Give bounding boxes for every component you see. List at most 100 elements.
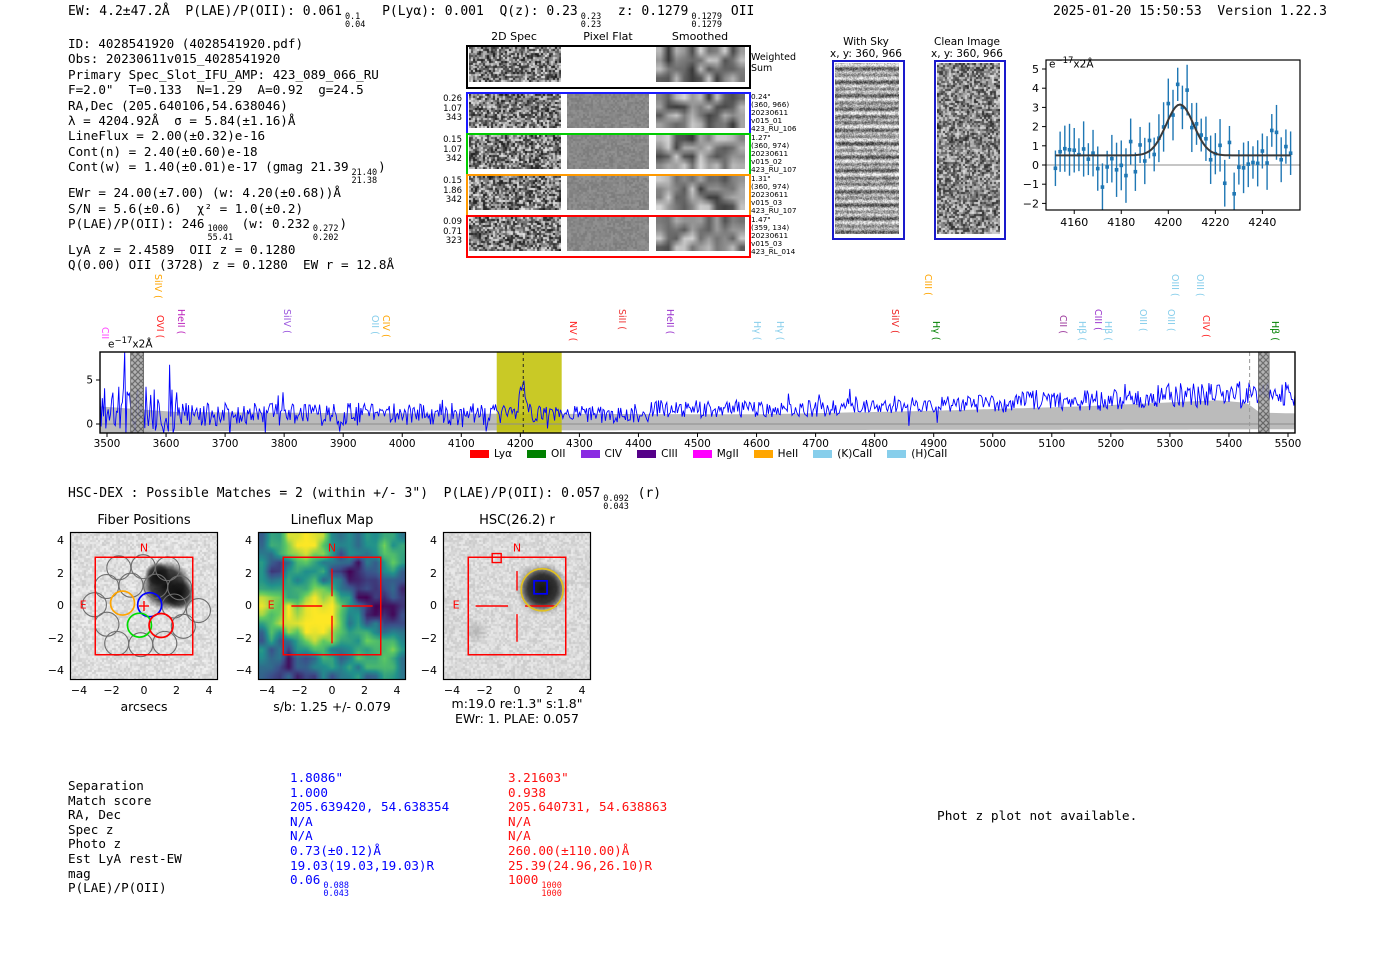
legend-label-7: (H)CaII xyxy=(911,448,948,460)
x-tick-label: 4180 xyxy=(1107,216,1135,229)
info-line-5: λ = 4204.92Å σ = 5.84(±1.16)Å xyxy=(68,113,394,128)
x-tick-label: 4240 xyxy=(1248,216,1276,229)
x-tick-label: 5000 xyxy=(979,438,1006,450)
text-segment: z: 0.1279 xyxy=(602,4,689,19)
fiber-ytick-4: 4 xyxy=(57,534,64,547)
fiber-circle-green xyxy=(126,612,153,639)
match-row-label-0: Separation xyxy=(68,778,144,793)
text-segment: ) xyxy=(339,215,348,231)
lineflux-xtick-0: −4 xyxy=(258,684,276,697)
match-value-1-1: 0.938 xyxy=(508,785,667,801)
emission-line-label-20: OIII ( xyxy=(1165,309,1177,332)
fiber-circle-gray-2 xyxy=(155,556,181,582)
match-value-1-5: 260.00(±110.00)Å xyxy=(508,843,667,859)
text-segment: 205.640731, 54.638863 xyxy=(508,799,668,815)
y-tick-label: −1 xyxy=(1023,178,1039,191)
spectrum-legend: Lyα OII CIV CIII MgII HeII (K)CaII (H)CaII xyxy=(470,448,947,460)
sup-sub-uncertainty: 1000 1000 xyxy=(541,881,562,899)
text-segment: (r) xyxy=(629,486,662,501)
data-point xyxy=(1175,82,1180,87)
fiber-xtick-1: −2 xyxy=(103,684,120,697)
legend-swatch-7 xyxy=(887,450,907,458)
match-value-0-2: 205.639420, 54.638354 xyxy=(290,799,449,815)
lower-value: 55.41 xyxy=(207,232,234,243)
text-segment: 1.000 xyxy=(290,784,328,800)
text-segment: Cont(n) = 2.40(±0.60)e-18 xyxy=(68,143,258,159)
match-table-labels: Separation Match score RA, Dec Spec z Photo … xyxy=(68,778,182,896)
match-row-label-4: Photo z xyxy=(68,836,122,852)
legend-item-4: MgII xyxy=(692,448,739,460)
data-point xyxy=(1110,156,1114,161)
errorbar-points xyxy=(1053,64,1293,210)
hsc-dex-header: HSC-DEX : Possible Matches = 2 (within +… xyxy=(68,486,661,511)
data-point xyxy=(1124,173,1128,178)
legend-label-2: CIV xyxy=(604,448,623,460)
lineflux-ytick-0: −4 xyxy=(235,664,252,677)
summary-header: EW: 4.2±47.2Å P(LAE)/P(OII): 0.061 0.1 0.0… xyxy=(68,4,754,29)
fiber-circle-orange xyxy=(109,590,136,616)
lineflux-ytick-2: 0 xyxy=(245,599,252,612)
left-label: 323 xyxy=(445,236,462,246)
legend-item-0: Lyα xyxy=(470,448,512,460)
hsc-ytick-2: 0 xyxy=(430,599,437,612)
lineflux-xlabel: s/b: 1.25 +/- 0.079 xyxy=(273,699,391,714)
twod-col-header-1: Pixel Flat xyxy=(583,30,633,43)
data-point xyxy=(1128,139,1133,144)
data-point xyxy=(1081,147,1086,151)
x-tick-label: 3700 xyxy=(212,438,239,450)
text-segment: 1000 xyxy=(508,872,539,888)
data-point xyxy=(1251,160,1255,165)
lower-value: 1000 xyxy=(541,888,562,899)
hsc-overlay: NE xyxy=(442,531,592,681)
text-segment: N/A xyxy=(290,828,313,844)
hsc-ytick-4: 4 xyxy=(430,534,437,547)
hsc-ytick-0: −4 xyxy=(420,664,437,677)
match-value-0-1: 1.000 xyxy=(290,784,449,801)
y-tick-label: 5 xyxy=(86,375,93,387)
text-segment: ) xyxy=(378,159,386,175)
data-point xyxy=(1237,165,1241,170)
fiber-circle-gray-10 xyxy=(94,611,120,637)
match-row-label-7: P(LAE)/P(OII) xyxy=(68,880,167,896)
legend-item-6: (K)CaII xyxy=(813,448,872,460)
twod-spec-img-2 xyxy=(469,135,561,169)
text-segment: N/A xyxy=(508,828,531,844)
data-point xyxy=(1227,140,1232,145)
y-tick-label: 3 xyxy=(1032,101,1039,114)
with-sky-img xyxy=(834,62,899,234)
twod-spec-img-0 xyxy=(469,47,561,82)
y-tick-label: −2 xyxy=(1023,197,1039,210)
emission-line-label-9: HeII ( xyxy=(663,309,675,335)
lineflux-title: Lineflux Map xyxy=(290,513,374,528)
text-segment: Cont(w) = 1.40(±0.01)e-17 (gmag 21.39 xyxy=(68,159,349,175)
legend-label-0: Lyα xyxy=(494,448,513,460)
y-tick-label: 0 xyxy=(86,419,93,431)
text-segment: 19.03(19.03,19.03)R xyxy=(290,857,435,873)
emission-line-label-12: SiIV ( xyxy=(888,309,900,334)
emission-line-label-22: OIII ( xyxy=(1194,274,1205,297)
sky-panel-title-1: Clean Image xyxy=(933,36,1001,48)
match-row-label-5: Est LyA rest-EW xyxy=(68,850,182,866)
clean-img xyxy=(936,62,1000,234)
data-point xyxy=(1246,162,1251,166)
info-line-7: Cont(n) = 2.40(±0.60)e-18 xyxy=(68,144,394,159)
data-point xyxy=(1208,157,1213,162)
y-tick-label: 5 xyxy=(1032,63,1039,76)
emission-line-label-8: SiII ( xyxy=(615,309,627,330)
legend-item-3: CIII xyxy=(637,448,678,460)
sup-sub-uncertainty: 0.088 0.043 xyxy=(323,881,349,898)
data-point xyxy=(1053,166,1058,171)
twod-row-right-labels-4: 1.47" (359, 134) 20230611 v015_03 423_RL_014 xyxy=(751,215,795,256)
emission-line-label-6: CIV ( xyxy=(379,315,391,338)
twod-row-left-labels-2: 0.15 1.07 342 xyxy=(437,135,462,165)
text-segment: 0.06 xyxy=(290,872,321,888)
data-point xyxy=(1204,136,1208,141)
hsc-ytick-1: −2 xyxy=(420,631,437,645)
data-point xyxy=(1185,88,1189,92)
east-label: E xyxy=(80,598,87,611)
lineflux-ytick-4: 4 xyxy=(245,534,252,547)
data-point xyxy=(1105,165,1109,169)
north-label: N xyxy=(513,542,521,555)
emission-line-label-4: SiIV ( xyxy=(281,309,293,334)
legend-label-4: MgII xyxy=(716,448,739,460)
